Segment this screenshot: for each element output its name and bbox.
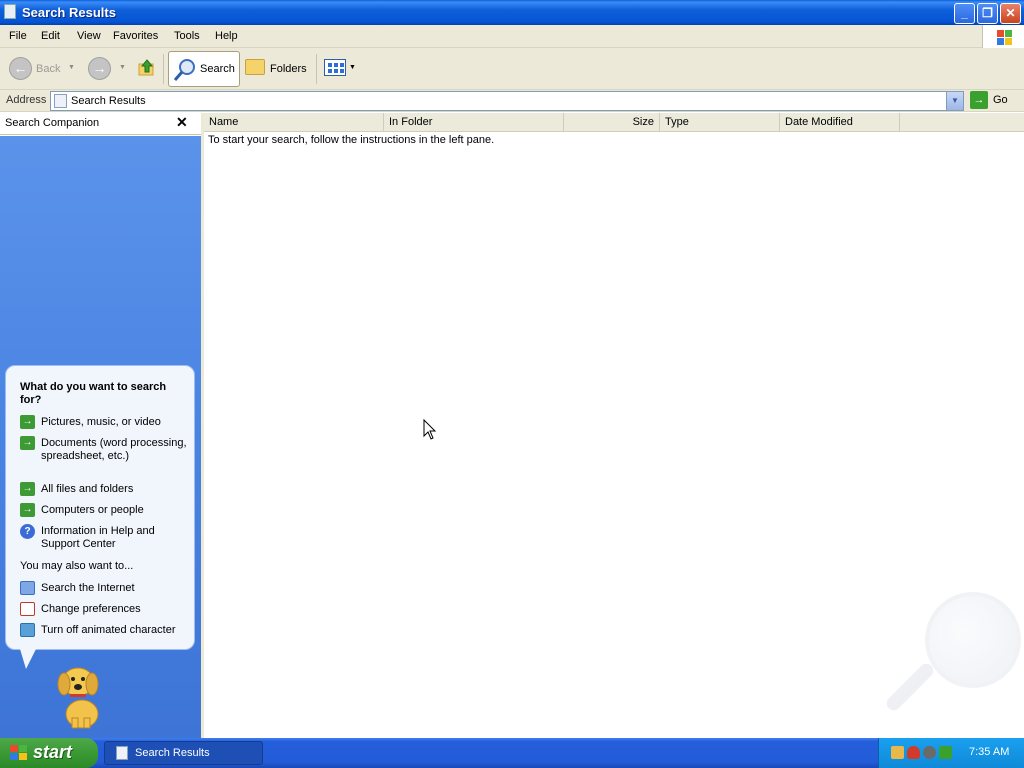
up-folder-icon[interactable] bbox=[137, 58, 157, 78]
address-field[interactable]: Search Results ▼ bbox=[50, 91, 964, 111]
magnifier-icon bbox=[173, 59, 195, 81]
update-tray-icon[interactable] bbox=[939, 746, 952, 759]
menu-view[interactable]: View bbox=[77, 30, 101, 42]
search-results-app-icon[interactable] bbox=[4, 4, 16, 19]
taskbar: start Search Results 7:35 AM bbox=[0, 738, 1024, 768]
column-type[interactable]: Type bbox=[660, 113, 780, 132]
address-dropdown-icon[interactable]: ▼ bbox=[946, 92, 963, 110]
search-question-heading: What do you want to search for? bbox=[20, 381, 167, 406]
green-arrow-icon: → bbox=[20, 415, 35, 429]
toolbar-separator bbox=[316, 54, 317, 84]
start-label: start bbox=[33, 742, 73, 762]
windows-logo-icon bbox=[982, 25, 1024, 48]
toolbar: ← Back ▼ → ▼ Search Folders ▼ bbox=[0, 48, 1024, 90]
search-companion-title: Search Companion bbox=[5, 117, 100, 129]
folders-icon[interactable] bbox=[245, 59, 265, 75]
menu-file[interactable]: File bbox=[9, 30, 27, 42]
green-arrow-icon: → bbox=[20, 482, 35, 496]
green-arrow-icon: → bbox=[20, 503, 35, 517]
minimize-button[interactable]: _ bbox=[954, 3, 975, 24]
column-date-modified[interactable]: Date Modified bbox=[780, 113, 900, 132]
taskbar-item-label: Search Results bbox=[135, 747, 210, 759]
title-bar: Search Results _ ❐ ✕ bbox=[0, 0, 1024, 25]
address-label: Address bbox=[6, 94, 47, 106]
clock[interactable]: 7:35 AM bbox=[969, 746, 1009, 758]
results-column-header: Name In Folder Size Type Date Modified bbox=[204, 113, 1024, 132]
folders-button[interactable]: Folders bbox=[270, 63, 307, 75]
preferences-icon bbox=[20, 602, 35, 616]
search-dog-character[interactable] bbox=[48, 660, 112, 730]
views-icon[interactable] bbox=[324, 59, 346, 76]
search-options-bubble: What do you want to search for? → Pictur… bbox=[5, 365, 195, 650]
column-name[interactable]: Name bbox=[204, 113, 384, 132]
magnifier-watermark-icon bbox=[925, 592, 1021, 688]
forward-dropdown-icon[interactable]: ▼ bbox=[119, 64, 126, 71]
toolbar-separator bbox=[163, 54, 164, 84]
search-results-icon bbox=[116, 746, 128, 760]
views-dropdown-icon[interactable]: ▼ bbox=[349, 64, 356, 71]
column-in-folder[interactable]: In Folder bbox=[384, 113, 564, 132]
character-icon bbox=[20, 623, 35, 637]
volume-tray-icon[interactable] bbox=[923, 746, 936, 759]
globe-search-icon bbox=[20, 581, 35, 595]
back-button[interactable]: Back bbox=[36, 63, 60, 75]
search-button-label: Search bbox=[200, 63, 235, 75]
network-tray-icon[interactable] bbox=[891, 746, 904, 759]
restore-button[interactable]: ❐ bbox=[977, 3, 998, 24]
security-shield-icon[interactable] bbox=[907, 746, 920, 759]
windows-flag-icon bbox=[10, 745, 28, 761]
window-title: Search Results bbox=[22, 5, 116, 20]
close-pane-icon[interactable]: ✕ bbox=[176, 114, 188, 131]
taskbar-item-search-results[interactable]: Search Results bbox=[104, 741, 263, 765]
green-arrow-icon: → bbox=[20, 436, 35, 450]
menu-edit[interactable]: Edit bbox=[41, 30, 60, 42]
address-value: Search Results bbox=[71, 95, 146, 107]
results-list[interactable]: To start your search, follow the instruc… bbox=[204, 132, 1024, 738]
search-results-icon bbox=[54, 94, 67, 108]
menu-help[interactable]: Help bbox=[215, 30, 238, 42]
mouse-cursor-icon bbox=[423, 418, 437, 444]
also-label: You may also want to... bbox=[20, 560, 134, 572]
help-icon: ? bbox=[20, 524, 35, 539]
search-instructions: To start your search, follow the instruc… bbox=[208, 134, 495, 146]
column-size[interactable]: Size bbox=[564, 113, 660, 132]
menu-bar: File Edit View Favorites Tools Help bbox=[0, 25, 1024, 48]
close-button[interactable]: ✕ bbox=[1000, 3, 1021, 24]
system-tray: 7:35 AM bbox=[878, 738, 1024, 768]
search-button[interactable]: Search bbox=[168, 51, 240, 87]
address-bar: Address Search Results ▼ → Go bbox=[0, 90, 1024, 112]
go-arrow-icon[interactable]: → bbox=[970, 91, 988, 109]
go-button[interactable]: Go bbox=[993, 94, 1008, 106]
menu-favorites[interactable]: Favorites bbox=[113, 30, 158, 42]
start-button[interactable]: start bbox=[0, 738, 98, 768]
search-companion-header: Search Companion ✕ bbox=[0, 113, 201, 135]
bubble-tail bbox=[20, 649, 36, 669]
back-arrow-icon[interactable]: ← bbox=[9, 57, 32, 80]
forward-arrow-icon[interactable]: → bbox=[88, 57, 111, 80]
menu-tools[interactable]: Tools bbox=[174, 30, 200, 42]
back-dropdown-icon[interactable]: ▼ bbox=[68, 64, 75, 71]
